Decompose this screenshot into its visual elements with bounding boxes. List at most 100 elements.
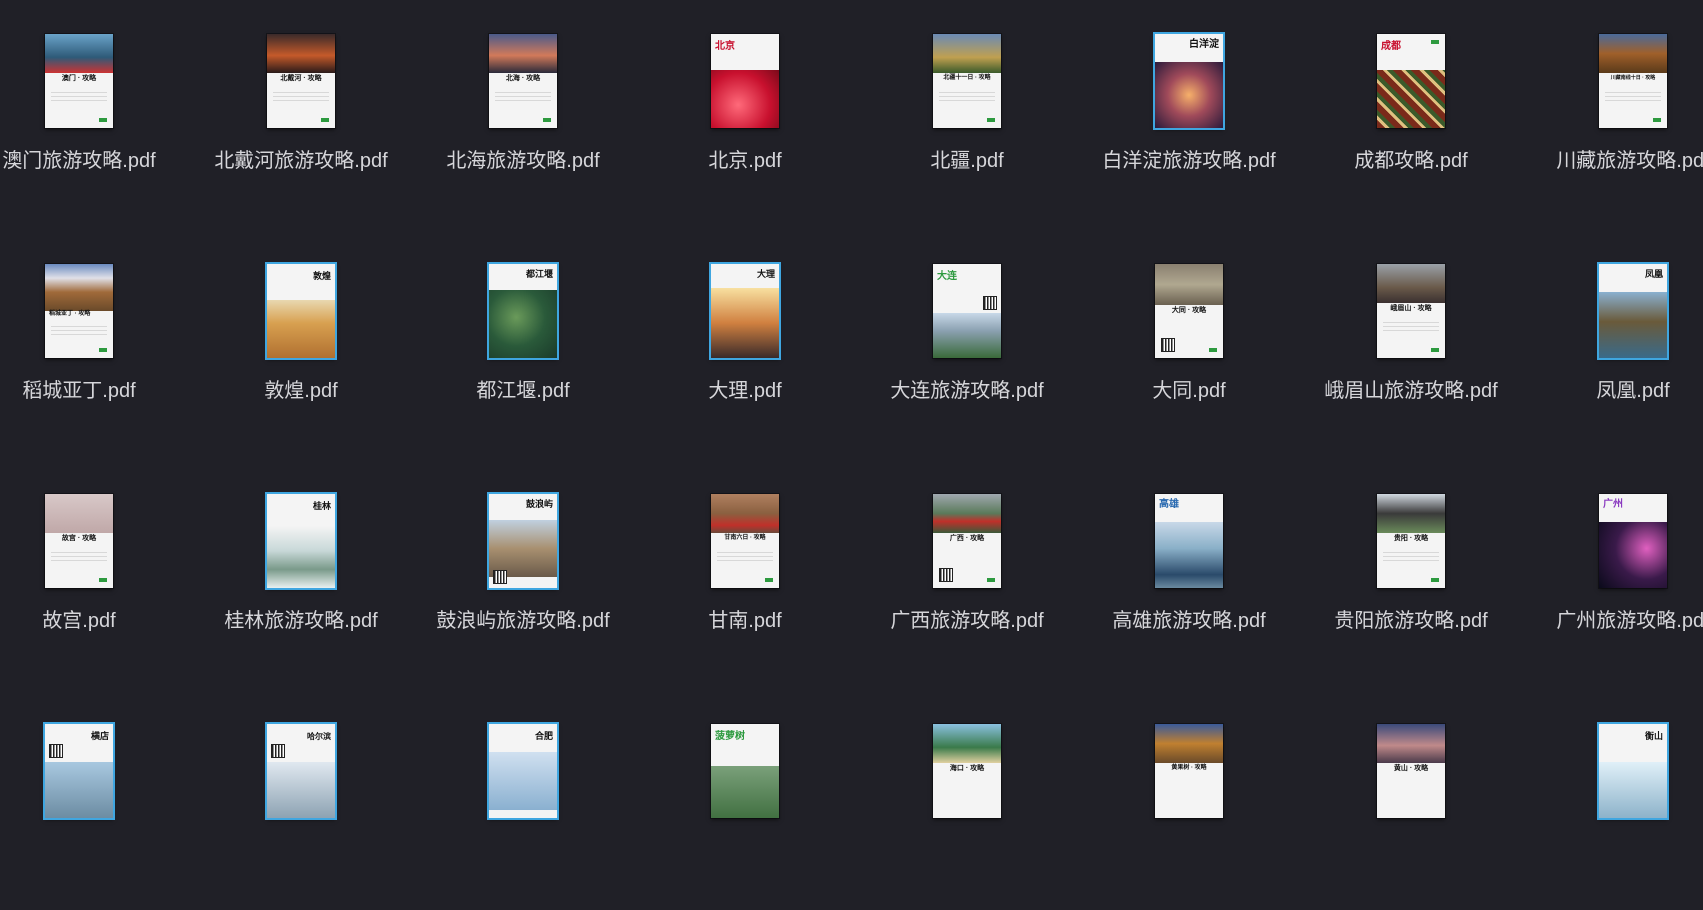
file-item[interactable]: 衡山 — [1522, 690, 1703, 910]
thumbnail-title: 高雄 — [1159, 499, 1179, 510]
thumbnail-title: 澳门 · 攻略 — [61, 75, 97, 82]
thumbnail-title: 横店 — [90, 731, 109, 741]
pdf-thumbnail: 北海 · 攻略 — [489, 34, 557, 128]
file-name: 大同.pdf — [1152, 380, 1226, 402]
pdf-thumbnail: 大同 · 攻略 — [1155, 264, 1223, 358]
thumbnail-title: 故宫 · 攻略 — [61, 535, 97, 542]
file-item[interactable]: 哈尔滨 — [190, 690, 412, 910]
pdf-thumbnail: 海口 · 攻略 — [933, 724, 1001, 818]
thumbnail-title: 海口 · 攻略 — [949, 765, 985, 772]
pdf-thumbnail: 都江堰 — [489, 264, 557, 358]
thumbnail-title: 广西 · 攻略 — [949, 535, 985, 542]
file-name: 北海旅游攻略.pdf — [446, 150, 600, 172]
file-item[interactable]: 合肥 — [412, 690, 634, 910]
file-item[interactable]: 鼓浪屿 鼓浪屿旅游攻略.pdf — [412, 460, 634, 680]
file-item[interactable]: 大连 大连旅游攻略.pdf — [856, 230, 1078, 450]
file-item[interactable]: 川藏南线十日 · 攻略 川藏旅游攻略.pdf — [1522, 0, 1703, 220]
thumbnail-title: 稻城亚丁 · 攻略 — [49, 311, 91, 317]
pdf-thumbnail: 黄山 · 攻略 — [1377, 724, 1445, 818]
thumbnail-title: 甘南六日 · 攻略 — [724, 535, 766, 541]
thumbnail-title: 大理 — [756, 269, 775, 279]
pdf-thumbnail: 贵阳 · 攻略 — [1377, 494, 1445, 588]
pdf-thumbnail: 哈尔滨 — [267, 724, 335, 818]
pdf-thumbnail: 广州 — [1599, 494, 1667, 588]
pdf-thumbnail: 峨眉山 · 攻略 — [1377, 264, 1445, 358]
file-item[interactable]: 北戴河 · 攻略 北戴河旅游攻略.pdf — [190, 0, 412, 220]
thumbnail-title: 北海 · 攻略 — [505, 75, 541, 82]
thumbnail-title: 凤凰 — [1644, 269, 1663, 279]
file-item[interactable]: 北京 北京.pdf — [634, 0, 856, 220]
file-item[interactable]: 广州 广州旅游攻略.pdf — [1522, 460, 1703, 680]
file-name: 都江堰.pdf — [476, 380, 570, 402]
file-item[interactable]: 稻城亚丁 · 攻略 稻城亚丁.pdf — [0, 230, 190, 450]
pdf-thumbnail: 大连 — [933, 264, 1001, 358]
file-name: 成都攻略.pdf — [1354, 150, 1468, 172]
file-item[interactable]: 成都 成都攻略.pdf — [1300, 0, 1522, 220]
file-item[interactable]: 高雄 高雄旅游攻略.pdf — [1078, 460, 1300, 680]
file-item[interactable]: 菠萝树 — [634, 690, 856, 910]
pdf-thumbnail: 高雄 — [1155, 494, 1223, 588]
pdf-thumbnail: 北戴河 · 攻略 — [267, 34, 335, 128]
thumbnail-title: 大连 — [937, 271, 957, 282]
file-item[interactable]: 甘南六日 · 攻略 甘南.pdf — [634, 460, 856, 680]
file-item[interactable]: 敦煌 敦煌.pdf — [190, 230, 412, 450]
pdf-thumbnail: 广西 · 攻略 — [933, 494, 1001, 588]
pdf-thumbnail: 大理 — [711, 264, 779, 358]
file-name: 大理.pdf — [708, 380, 782, 402]
file-grid: 澳门 · 攻略 澳门旅游攻略.pdf 北戴河 · 攻略 北戴河旅游攻略.pdf … — [0, 0, 1703, 818]
thumbnail-title: 敦煌 — [312, 271, 331, 281]
thumbnail-title: 川藏南线十日 · 攻略 — [1610, 75, 1656, 81]
pdf-thumbnail: 北疆十一日 · 攻略 — [933, 34, 1001, 128]
file-item[interactable]: 桂林 桂林旅游攻略.pdf — [190, 460, 412, 680]
file-item[interactable]: 北海 · 攻略 北海旅游攻略.pdf — [412, 0, 634, 220]
file-item[interactable]: 黄山 · 攻略 — [1300, 690, 1522, 910]
thumbnail-title: 桂林 — [312, 501, 331, 511]
pdf-thumbnail: 成都 — [1377, 34, 1445, 128]
pdf-thumbnail: 北京 — [711, 34, 779, 128]
pdf-thumbnail: 白洋淀 — [1155, 34, 1223, 128]
file-item[interactable]: 大同 · 攻略 大同.pdf — [1078, 230, 1300, 450]
thumbnail-title: 北京 — [715, 41, 735, 52]
pdf-thumbnail: 稻城亚丁 · 攻略 — [45, 264, 113, 358]
pdf-thumbnail: 合肥 — [489, 724, 557, 818]
file-item[interactable]: 都江堰 都江堰.pdf — [412, 230, 634, 450]
pdf-thumbnail: 菠萝树 — [711, 724, 779, 818]
thumbnail-title: 哈尔滨 — [307, 732, 331, 741]
pdf-thumbnail: 故宫 · 攻略 — [45, 494, 113, 588]
pdf-thumbnail: 鼓浪屿 — [489, 494, 557, 588]
file-item[interactable]: 横店 — [0, 690, 190, 910]
file-item[interactable]: 海口 · 攻略 — [856, 690, 1078, 910]
file-name: 桂林旅游攻略.pdf — [224, 610, 378, 632]
file-item[interactable]: 北疆十一日 · 攻略 北疆.pdf — [856, 0, 1078, 220]
thumbnail-title: 合肥 — [534, 731, 553, 741]
pdf-thumbnail: 川藏南线十日 · 攻略 — [1599, 34, 1667, 128]
file-name: 北京.pdf — [708, 150, 782, 172]
file-name: 凤凰.pdf — [1596, 380, 1670, 402]
file-item[interactable]: 贵阳 · 攻略 贵阳旅游攻略.pdf — [1300, 460, 1522, 680]
file-item[interactable]: 澳门 · 攻略 澳门旅游攻略.pdf — [0, 0, 190, 220]
thumbnail-title: 大同 · 攻略 — [1171, 307, 1207, 314]
file-name: 北疆.pdf — [930, 150, 1004, 172]
thumbnail-title: 贵阳 · 攻略 — [1393, 535, 1429, 542]
file-item[interactable]: 黄果树 · 攻略 — [1078, 690, 1300, 910]
file-item[interactable]: 峨眉山 · 攻略 峨眉山旅游攻略.pdf — [1300, 230, 1522, 450]
pdf-thumbnail: 敦煌 — [267, 264, 335, 358]
file-item[interactable]: 广西 · 攻略 广西旅游攻略.pdf — [856, 460, 1078, 680]
file-name: 甘南.pdf — [708, 610, 782, 632]
file-item[interactable]: 大理 大理.pdf — [634, 230, 856, 450]
file-name: 白洋淀旅游攻略.pdf — [1102, 150, 1276, 172]
thumbnail-title: 黄果树 · 攻略 — [1171, 765, 1207, 771]
file-name: 故宫.pdf — [42, 610, 116, 632]
pdf-thumbnail: 桂林 — [267, 494, 335, 588]
file-item[interactable]: 凤凰 凤凰.pdf — [1522, 230, 1703, 450]
file-name: 高雄旅游攻略.pdf — [1112, 610, 1266, 632]
file-item[interactable]: 故宫 · 攻略 故宫.pdf — [0, 460, 190, 680]
file-item[interactable]: 白洋淀 白洋淀旅游攻略.pdf — [1078, 0, 1300, 220]
thumbnail-title: 峨眉山 · 攻略 — [1390, 305, 1432, 312]
pdf-thumbnail: 澳门 · 攻略 — [45, 34, 113, 128]
pdf-thumbnail: 横店 — [45, 724, 113, 818]
file-name: 鼓浪屿旅游攻略.pdf — [436, 610, 610, 632]
thumbnail-title: 都江堰 — [525, 269, 553, 279]
thumbnail-title: 北戴河 · 攻略 — [280, 75, 322, 82]
pdf-thumbnail: 黄果树 · 攻略 — [1155, 724, 1223, 818]
